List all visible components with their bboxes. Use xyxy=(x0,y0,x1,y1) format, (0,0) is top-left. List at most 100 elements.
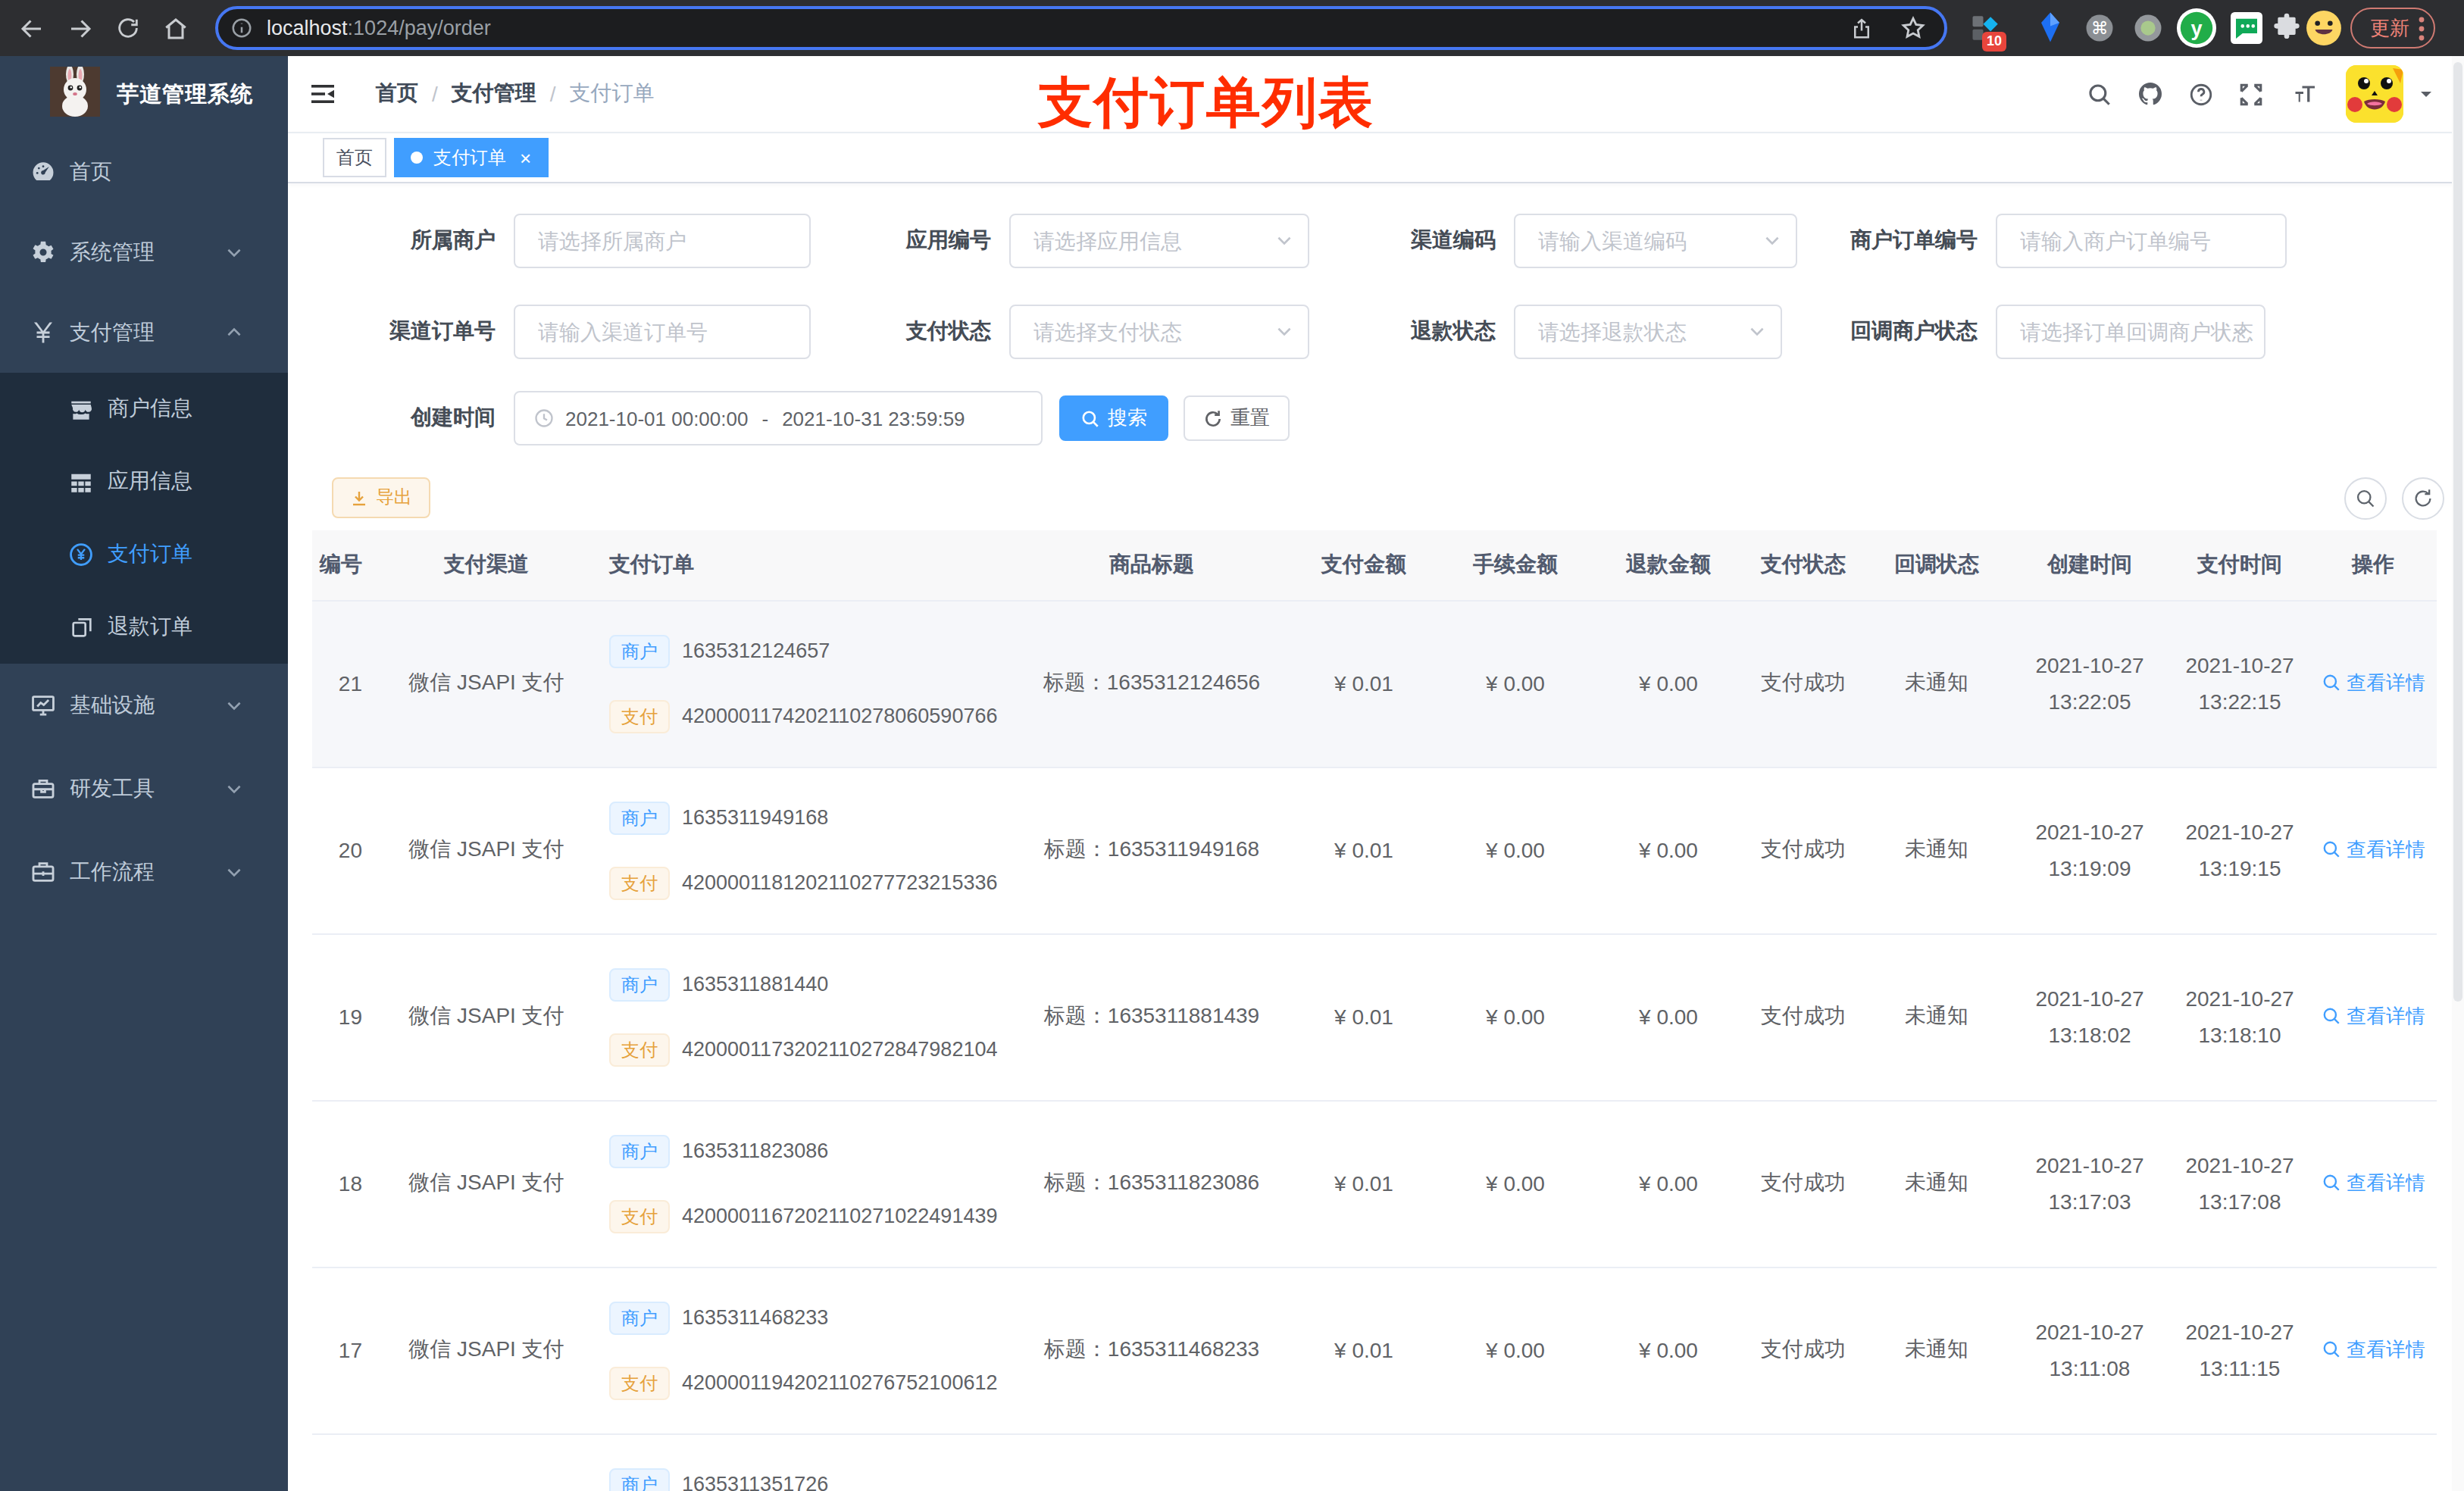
cell-fee: ¥ 0.00 xyxy=(1437,1100,1594,1267)
toolbox-icon xyxy=(30,776,56,802)
sidebar-item-商户信息[interactable]: 商户信息 xyxy=(0,373,288,445)
caret-down-icon[interactable] xyxy=(2417,85,2435,103)
sidebar-fold-icon[interactable] xyxy=(309,80,336,108)
extension-kite-icon[interactable] xyxy=(2037,11,2064,50)
yuan-icon xyxy=(30,320,56,345)
user-avatar[interactable] xyxy=(2346,65,2403,123)
close-icon[interactable]: × xyxy=(520,146,531,169)
filter-退款状态: 退款状态 xyxy=(1309,305,1782,359)
cell-paid: 2021-10-2713:17:08 xyxy=(2170,1100,2309,1267)
main-area: 首页 / 支付管理 / 支付订单 支付订单列表 首 xyxy=(288,56,2464,1491)
merchant-badge: 商户 xyxy=(609,634,670,667)
font-size-icon[interactable] xyxy=(2288,80,2319,108)
extension-command-icon[interactable]: ⌘ xyxy=(2084,12,2115,50)
app-logo[interactable]: 芋道管理系统 xyxy=(0,56,288,132)
browser-back-icon[interactable] xyxy=(18,14,45,42)
breadcrumb-separator: / xyxy=(550,82,556,106)
cell-order: 商户1635311468233支付42000011942021102767521… xyxy=(594,1267,1012,1433)
export-button[interactable]: 导出 xyxy=(332,477,430,518)
page-scrollbar[interactable] xyxy=(2452,56,2464,1491)
filter-create-time: 创建时间 2021-10-01 00:00:00 - 2021-10-31 23… xyxy=(311,391,1043,445)
browser-update-button[interactable]: 更新 xyxy=(2350,8,2435,48)
sidebar-item-系统管理[interactable]: 系统管理 xyxy=(0,212,288,292)
cell-fee: ¥ 0.00 xyxy=(1437,767,1594,933)
sidebar-item-工作流程[interactable]: 工作流程 xyxy=(0,830,288,914)
sidebar-item-基础设施[interactable]: 基础设施 xyxy=(0,664,288,747)
input-所属商户[interactable] xyxy=(514,214,811,268)
breadcrumb-pay[interactable]: 支付管理 xyxy=(452,80,536,108)
sidebar-item-应用信息[interactable]: 应用信息 xyxy=(0,445,288,518)
cell-notify xyxy=(1864,1433,2009,1491)
cell-notify: 未通知 xyxy=(1864,600,2009,767)
cell-title: 标题：1635311823086 xyxy=(1012,1100,1291,1267)
view-detail-link[interactable]: 查看详情 xyxy=(2321,1003,2425,1030)
view-detail-link[interactable]: 查看详情 xyxy=(2321,670,2425,697)
browser-home-icon[interactable] xyxy=(162,14,189,42)
app-title: 芋道管理系统 xyxy=(117,80,253,108)
extension-puzzle-icon[interactable] xyxy=(2272,12,2302,48)
extension-y-icon[interactable]: y xyxy=(2176,8,2217,55)
extension-chat-icon[interactable] xyxy=(2231,12,2262,50)
view-detail-link[interactable]: 查看详情 xyxy=(2321,1336,2425,1364)
sidebar-item-支付订单[interactable]: 支付订单 xyxy=(0,518,288,591)
active-dot xyxy=(411,152,423,164)
cell-status: 支付成功 xyxy=(1743,1267,1864,1433)
select-应用编号[interactable] xyxy=(1009,214,1309,268)
page: localhost:1024/pay/order 10 ⌘ y 更新 芋道管 xyxy=(0,0,2464,1491)
extension-blocks-icon[interactable]: 10 xyxy=(1970,12,2002,50)
search-button[interactable]: 搜索 xyxy=(1059,395,1168,441)
tab-home[interactable]: 首页 xyxy=(323,138,386,177)
fullscreen-icon[interactable] xyxy=(2238,81,2264,107)
cell-amount: ¥ 0.01 xyxy=(1291,933,1437,1100)
sidebar-item-支付管理[interactable]: 支付管理 xyxy=(0,292,288,373)
pay-badge: 支付 xyxy=(609,1199,670,1233)
view-detail-link[interactable]: 查看详情 xyxy=(2321,1170,2425,1197)
github-icon[interactable] xyxy=(2137,80,2164,108)
date-range-input[interactable]: 2021-10-01 00:00:00 - 2021-10-31 23:59:5… xyxy=(514,391,1043,445)
view-detail-link[interactable]: 查看详情 xyxy=(2321,836,2425,864)
input-商户订单编号[interactable] xyxy=(1996,214,2287,268)
cell-channel: 微信 JSAPI 支付 xyxy=(379,600,594,767)
bookmark-star-icon[interactable] xyxy=(1900,15,1926,41)
site-info-icon[interactable] xyxy=(230,17,253,39)
select-回调商户状态[interactable] xyxy=(1996,305,2265,359)
url-bar[interactable]: localhost:1024/pay/order xyxy=(215,6,1947,50)
cell-status: 支付成功 xyxy=(1743,600,1864,767)
profile-emoji-icon[interactable] xyxy=(2305,9,2343,53)
cell-action: 查看详情 xyxy=(2309,1267,2437,1433)
share-icon[interactable] xyxy=(1850,16,1873,40)
cell-paid: 2021-10-2713:11:15 xyxy=(2170,1267,2309,1433)
browser-forward-icon[interactable] xyxy=(67,14,94,42)
show-search-toggle-button[interactable] xyxy=(2344,477,2387,520)
refresh-button[interactable] xyxy=(2402,477,2444,520)
filter-渠道订单号: 渠道订单号 xyxy=(311,305,811,359)
input-渠道订单号[interactable] xyxy=(514,305,811,359)
scrollbar-thumb[interactable] xyxy=(2453,62,2462,1002)
cell-created: 2021-10-2713:18:02 xyxy=(2009,933,2170,1100)
browser-reload-icon[interactable] xyxy=(115,15,141,41)
merchant-badge: 商户 xyxy=(609,1468,670,1491)
sidebar-item-研发工具[interactable]: 研发工具 xyxy=(0,747,288,830)
chevron-down-icon xyxy=(221,239,247,265)
chevron-down-icon xyxy=(1274,321,1294,341)
help-icon[interactable] xyxy=(2188,81,2214,107)
cell-no: 19 xyxy=(312,933,379,1100)
search-icon[interactable] xyxy=(2087,81,2112,107)
cell-title: 标题：1635311468233 xyxy=(1012,1267,1291,1433)
sidebar-item-首页[interactable]: 首页 xyxy=(0,132,288,212)
cell-channel xyxy=(379,1433,594,1491)
cell-no: 20 xyxy=(312,767,379,933)
pay-badge: 支付 xyxy=(609,866,670,899)
browser-menu-icon[interactable] xyxy=(2419,16,2425,40)
top-navbar: 首页 / 支付管理 / 支付订单 支付订单列表 xyxy=(288,56,2464,132)
breadcrumb-home[interactable]: 首页 xyxy=(376,80,418,108)
select-退款状态[interactable] xyxy=(1514,305,1782,359)
sidebar-item-退款订单[interactable]: 退款订单 xyxy=(0,591,288,664)
select-渠道编码[interactable] xyxy=(1514,214,1797,268)
cell-fee: ¥ 0.00 xyxy=(1437,600,1594,767)
table-row: 21微信 JSAPI 支付商户1635312124657支付4200001174… xyxy=(312,600,2437,767)
reset-button[interactable]: 重置 xyxy=(1184,395,1290,441)
extension-dot-icon[interactable] xyxy=(2132,12,2164,50)
select-支付状态[interactable] xyxy=(1009,305,1309,359)
tab-pay-order[interactable]: 支付订单× xyxy=(394,138,548,177)
